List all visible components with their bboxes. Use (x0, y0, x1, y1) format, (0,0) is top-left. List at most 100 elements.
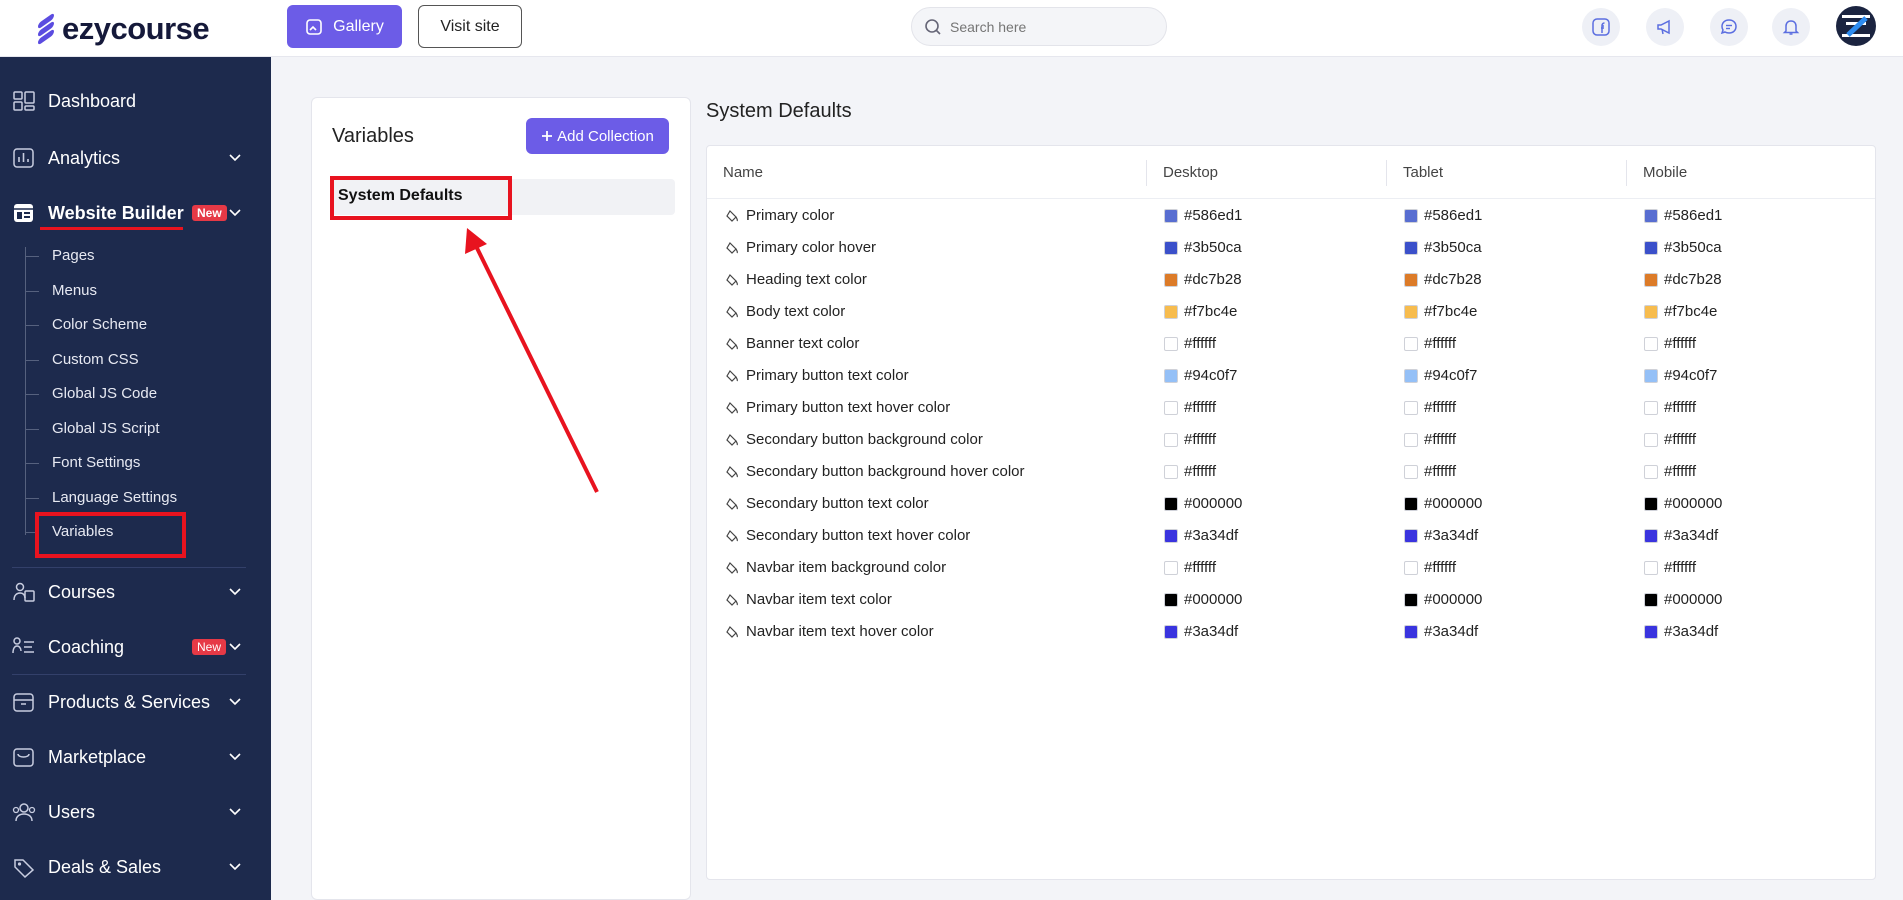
table-row[interactable]: Navbar item background color #ffffff #ffff… (707, 552, 1875, 584)
table-row[interactable]: Banner text color #ffffff #ffffff #ffffff (707, 328, 1875, 360)
color-value[interactable]: #94c0f7 (1424, 367, 1477, 384)
color-value[interactable]: #000000 (1664, 591, 1722, 608)
color-swatch[interactable] (1644, 497, 1658, 511)
color-swatch[interactable] (1644, 625, 1658, 639)
table-row[interactable]: Secondary button text hover color #3a34df… (707, 520, 1875, 552)
logo[interactable]: ezycourse (0, 0, 270, 57)
color-swatch[interactable] (1404, 369, 1418, 383)
color-value[interactable]: #3a34df (1424, 623, 1478, 640)
color-value[interactable]: #000000 (1664, 495, 1722, 512)
color-value[interactable]: #000000 (1424, 591, 1482, 608)
color-swatch[interactable] (1404, 241, 1418, 255)
search-bar[interactable] (911, 7, 1167, 46)
color-swatch[interactable] (1644, 465, 1658, 479)
color-value[interactable]: #ffffff (1424, 431, 1456, 448)
table-row[interactable]: Primary button text hover color #ffffff #f… (707, 392, 1875, 424)
submenu-item-global-js-code[interactable]: Global JS Code (52, 385, 157, 405)
color-swatch[interactable] (1164, 273, 1178, 287)
color-value[interactable]: #3b50ca (1664, 239, 1722, 256)
submenu-item-custom-css[interactable]: Custom CSS (52, 351, 139, 371)
color-value[interactable]: #ffffff (1184, 559, 1216, 576)
color-value[interactable]: #586ed1 (1184, 207, 1242, 224)
color-swatch[interactable] (1404, 529, 1418, 543)
color-swatch[interactable] (1404, 337, 1418, 351)
color-value[interactable]: #ffffff (1664, 399, 1696, 416)
sidebar-item-courses[interactable]: Courses (0, 570, 271, 614)
color-swatch[interactable] (1164, 433, 1178, 447)
color-value[interactable]: #3b50ca (1424, 239, 1482, 256)
color-swatch[interactable] (1404, 593, 1418, 607)
color-value[interactable]: #94c0f7 (1664, 367, 1717, 384)
color-swatch[interactable] (1404, 561, 1418, 575)
megaphone-icon[interactable] (1646, 8, 1684, 46)
color-value[interactable]: #ffffff (1664, 463, 1696, 480)
color-swatch[interactable] (1404, 497, 1418, 511)
table-row[interactable]: Primary color #586ed1 #586ed1 #586ed1 (707, 200, 1875, 232)
submenu-item-font-settings[interactable]: Font Settings (52, 454, 140, 474)
color-swatch[interactable] (1164, 529, 1178, 543)
color-value[interactable]: #ffffff (1184, 431, 1216, 448)
color-value[interactable]: #3b50ca (1184, 239, 1242, 256)
table-row[interactable]: Secondary button background color #ffffff… (707, 424, 1875, 456)
color-value[interactable]: #ffffff (1184, 463, 1216, 480)
color-swatch[interactable] (1404, 465, 1418, 479)
table-row[interactable]: Navbar item text hover color #3a34df #3a34… (707, 616, 1875, 648)
color-swatch[interactable] (1404, 273, 1418, 287)
color-swatch[interactable] (1644, 401, 1658, 415)
submenu-item-menus[interactable]: Menus (52, 282, 97, 302)
color-swatch[interactable] (1404, 401, 1418, 415)
table-row[interactable]: Primary button text color #94c0f7 #94c0f7 #… (707, 360, 1875, 392)
color-swatch[interactable] (1644, 273, 1658, 287)
color-value[interactable]: #ffffff (1664, 559, 1696, 576)
color-value[interactable]: #f7bc4e (1424, 303, 1477, 320)
table-row[interactable]: Navbar item text color #000000 #000000 #000… (707, 584, 1875, 616)
color-value[interactable]: #94c0f7 (1184, 367, 1237, 384)
color-value[interactable]: #f7bc4e (1184, 303, 1237, 320)
color-value[interactable]: #f7bc4e (1664, 303, 1717, 320)
table-row[interactable]: Primary color hover #3b50ca #3b50ca #3b50ca (707, 232, 1875, 264)
color-swatch[interactable] (1164, 465, 1178, 479)
submenu-item-global-js-script[interactable]: Global JS Script (52, 420, 160, 440)
facebook-icon[interactable] (1582, 8, 1620, 46)
color-value[interactable]: #3a34df (1184, 527, 1238, 544)
color-value[interactable]: #586ed1 (1424, 207, 1482, 224)
gallery-button[interactable]: Gallery (287, 5, 402, 48)
color-swatch[interactable] (1164, 369, 1178, 383)
color-swatch[interactable] (1404, 305, 1418, 319)
color-swatch[interactable] (1164, 593, 1178, 607)
bell-icon[interactable] (1772, 8, 1810, 46)
color-value[interactable]: #3a34df (1664, 623, 1718, 640)
color-value[interactable]: #3a34df (1424, 527, 1478, 544)
color-value[interactable]: #ffffff (1424, 463, 1456, 480)
submenu-item-language-settings[interactable]: Language Settings (52, 489, 177, 509)
sidebar-item-dashboard[interactable]: Dashboard (0, 79, 271, 123)
color-value[interactable]: #3a34df (1184, 623, 1238, 640)
color-value[interactable]: #ffffff (1184, 335, 1216, 352)
sidebar-item-coaching[interactable]: Coaching New (0, 625, 271, 669)
color-value[interactable]: #ffffff (1424, 399, 1456, 416)
search-input[interactable] (950, 18, 1140, 35)
color-swatch[interactable] (1164, 401, 1178, 415)
color-swatch[interactable] (1644, 369, 1658, 383)
table-row[interactable]: Secondary button text color #000000 #00000… (707, 488, 1875, 520)
color-swatch[interactable] (1164, 305, 1178, 319)
color-swatch[interactable] (1164, 241, 1178, 255)
color-swatch[interactable] (1644, 337, 1658, 351)
color-value[interactable]: #3a34df (1664, 527, 1718, 544)
color-swatch[interactable] (1644, 433, 1658, 447)
color-value[interactable]: #ffffff (1184, 399, 1216, 416)
color-swatch[interactable] (1644, 529, 1658, 543)
chat-icon[interactable] (1710, 8, 1748, 46)
color-value[interactable]: #dc7b28 (1424, 271, 1482, 288)
color-value[interactable]: #000000 (1184, 495, 1242, 512)
color-swatch[interactable] (1644, 561, 1658, 575)
color-value[interactable]: #ffffff (1664, 431, 1696, 448)
color-value[interactable]: #dc7b28 (1664, 271, 1722, 288)
submenu-item-pages[interactable]: Pages (52, 247, 95, 267)
color-swatch[interactable] (1404, 209, 1418, 223)
table-row[interactable]: Body text color #f7bc4e #f7bc4e #f7bc4e (707, 296, 1875, 328)
color-swatch[interactable] (1164, 561, 1178, 575)
color-swatch[interactable] (1404, 625, 1418, 639)
sidebar-item-deals-sales[interactable]: Deals & Sales (0, 845, 271, 889)
color-swatch[interactable] (1644, 593, 1658, 607)
